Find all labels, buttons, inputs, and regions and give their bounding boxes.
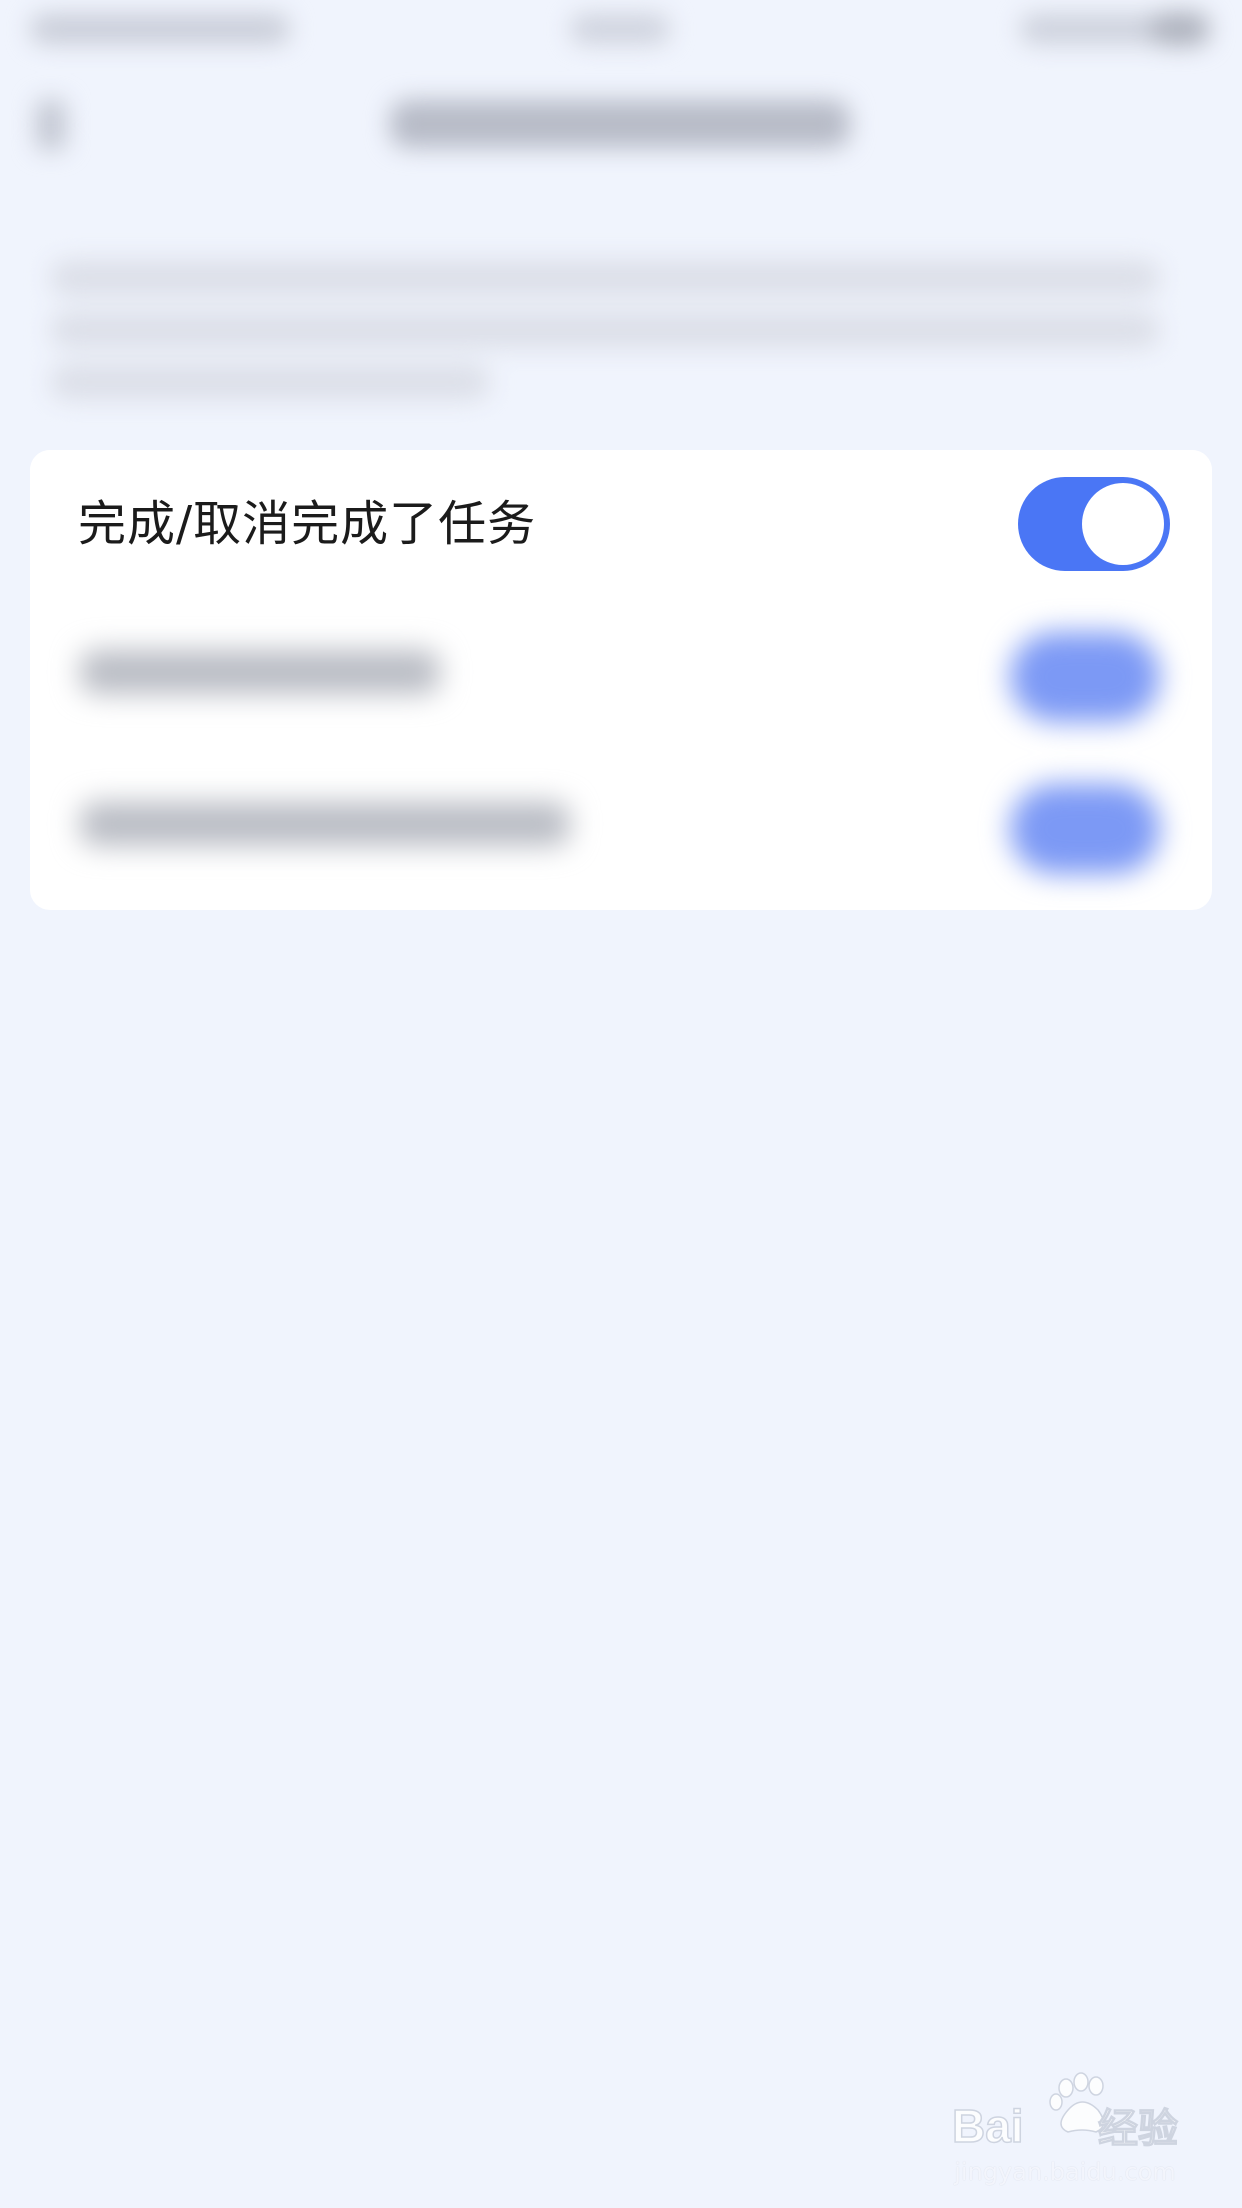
watermark-url: jingyan.baidu.com xyxy=(954,2158,1176,2186)
toggle-knob xyxy=(1082,483,1164,565)
setting-toggle[interactable] xyxy=(1010,632,1160,722)
setting-row-label xyxy=(80,650,440,694)
svg-text:Bai: Bai xyxy=(952,2100,1024,2152)
setting-row-label xyxy=(80,802,570,846)
svg-text:经验: 经验 xyxy=(1098,2106,1178,2152)
setting-row-label: 完成/取消完成了任务 xyxy=(78,496,537,552)
task-complete-toggle[interactable] xyxy=(1018,477,1170,571)
setting-row-task-complete: 完成/取消完成了任务 xyxy=(30,450,1212,598)
setting-toggle[interactable] xyxy=(1010,784,1160,874)
blurred-setting-rows xyxy=(0,0,1242,2208)
baidu-jingyan-watermark: Bai 经验 jingyan.baidu.com xyxy=(950,2070,1180,2190)
baidu-logo-icon: Bai 经验 xyxy=(951,2072,1179,2153)
